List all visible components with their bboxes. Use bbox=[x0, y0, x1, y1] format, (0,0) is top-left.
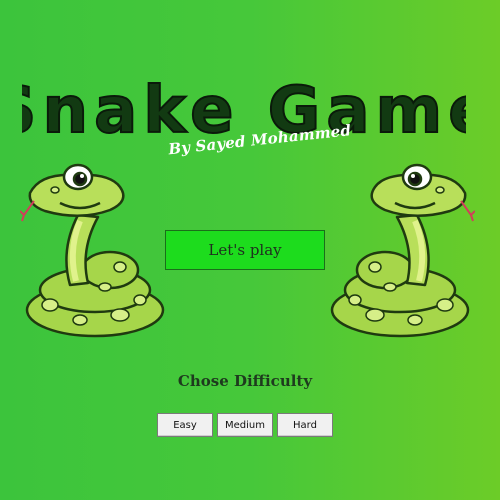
difficulty-easy-button[interactable]: Easy bbox=[157, 413, 213, 437]
difficulty-heading: Chose Difficulty bbox=[177, 372, 313, 390]
snake-icon bbox=[330, 163, 475, 338]
play-button[interactable]: Let's play bbox=[165, 230, 325, 270]
difficulty-hard-button[interactable]: Hard bbox=[277, 413, 333, 437]
difficulty-options: Easy Medium Hard bbox=[157, 413, 333, 437]
difficulty-medium-button[interactable]: Medium bbox=[217, 413, 273, 437]
snake-icon bbox=[20, 163, 165, 338]
